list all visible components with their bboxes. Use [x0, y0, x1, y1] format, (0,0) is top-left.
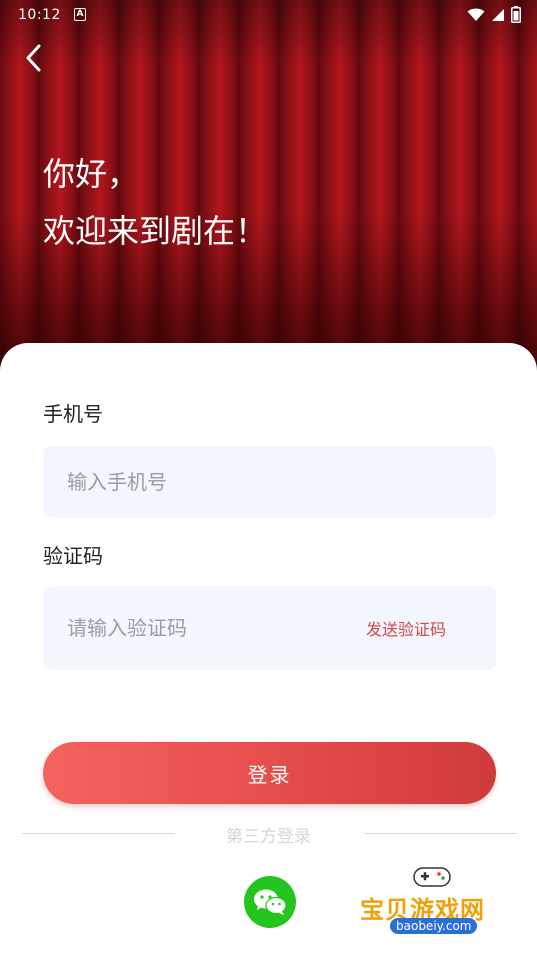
watermark-url: baobeiy.com [390, 918, 478, 934]
status-time: 10:12 [18, 7, 61, 23]
wifi-icon [467, 8, 485, 21]
back-arrow-icon [26, 44, 41, 72]
gamepad-icon [413, 867, 451, 887]
login-button[interactable]: 登录 [43, 742, 496, 804]
phone-input[interactable] [43, 446, 496, 518]
status-bar: 10:12 A [0, 0, 537, 32]
greeting-line-2: 欢迎来到剧在！ [43, 212, 268, 250]
code-field[interactable]: 发送验证码 [43, 586, 496, 670]
status-icons [467, 6, 521, 23]
third-party-login-label: 第三方登录 [226, 827, 311, 847]
watermark-logo: 宝贝游戏网 baobeiy.com [360, 862, 510, 956]
send-code-button[interactable]: 发送验证码 [366, 616, 446, 640]
back-button[interactable] [18, 40, 50, 76]
code-label: 验证码 [43, 544, 103, 568]
header-banner: 10:12 A 你好， 欢迎来到剧在！ [0, 0, 537, 380]
greeting: 你好， 欢迎来到剧在！ [43, 146, 267, 260]
battery-icon [511, 6, 521, 23]
notification-a-icon: A [74, 8, 86, 21]
divider-right [364, 833, 517, 834]
phone-label: 手机号 [43, 402, 103, 426]
phone-field[interactable] [43, 446, 496, 518]
greeting-line-1: 你好， [43, 155, 140, 193]
wechat-icon [254, 889, 287, 915]
signal-icon [492, 8, 504, 21]
wechat-login-button[interactable] [244, 876, 296, 928]
